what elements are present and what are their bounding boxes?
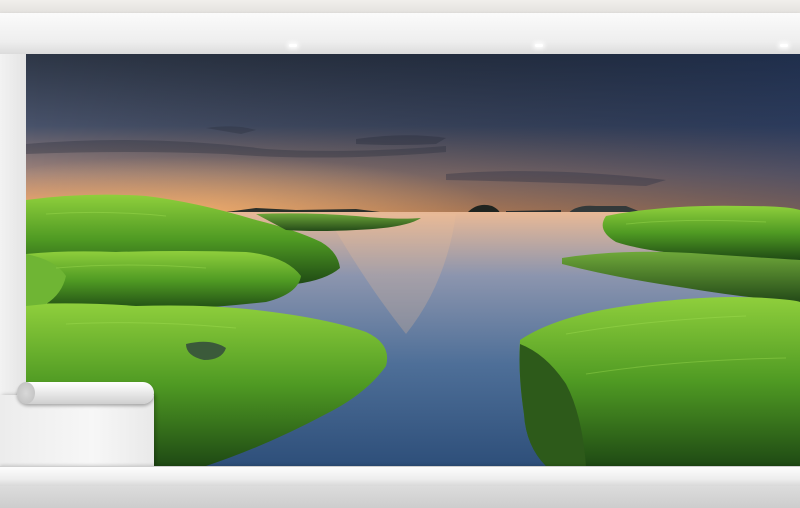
ceiling	[0, 0, 800, 13]
downlight-icon	[780, 44, 788, 47]
downlight-icon	[535, 44, 543, 47]
downlight-icon	[289, 44, 297, 47]
wallpaper-roll-sheet	[0, 395, 154, 466]
floor	[0, 486, 800, 508]
ceiling-soffit	[0, 13, 800, 55]
baseboard	[0, 466, 800, 487]
wallpaper-roll-icon	[17, 382, 154, 404]
